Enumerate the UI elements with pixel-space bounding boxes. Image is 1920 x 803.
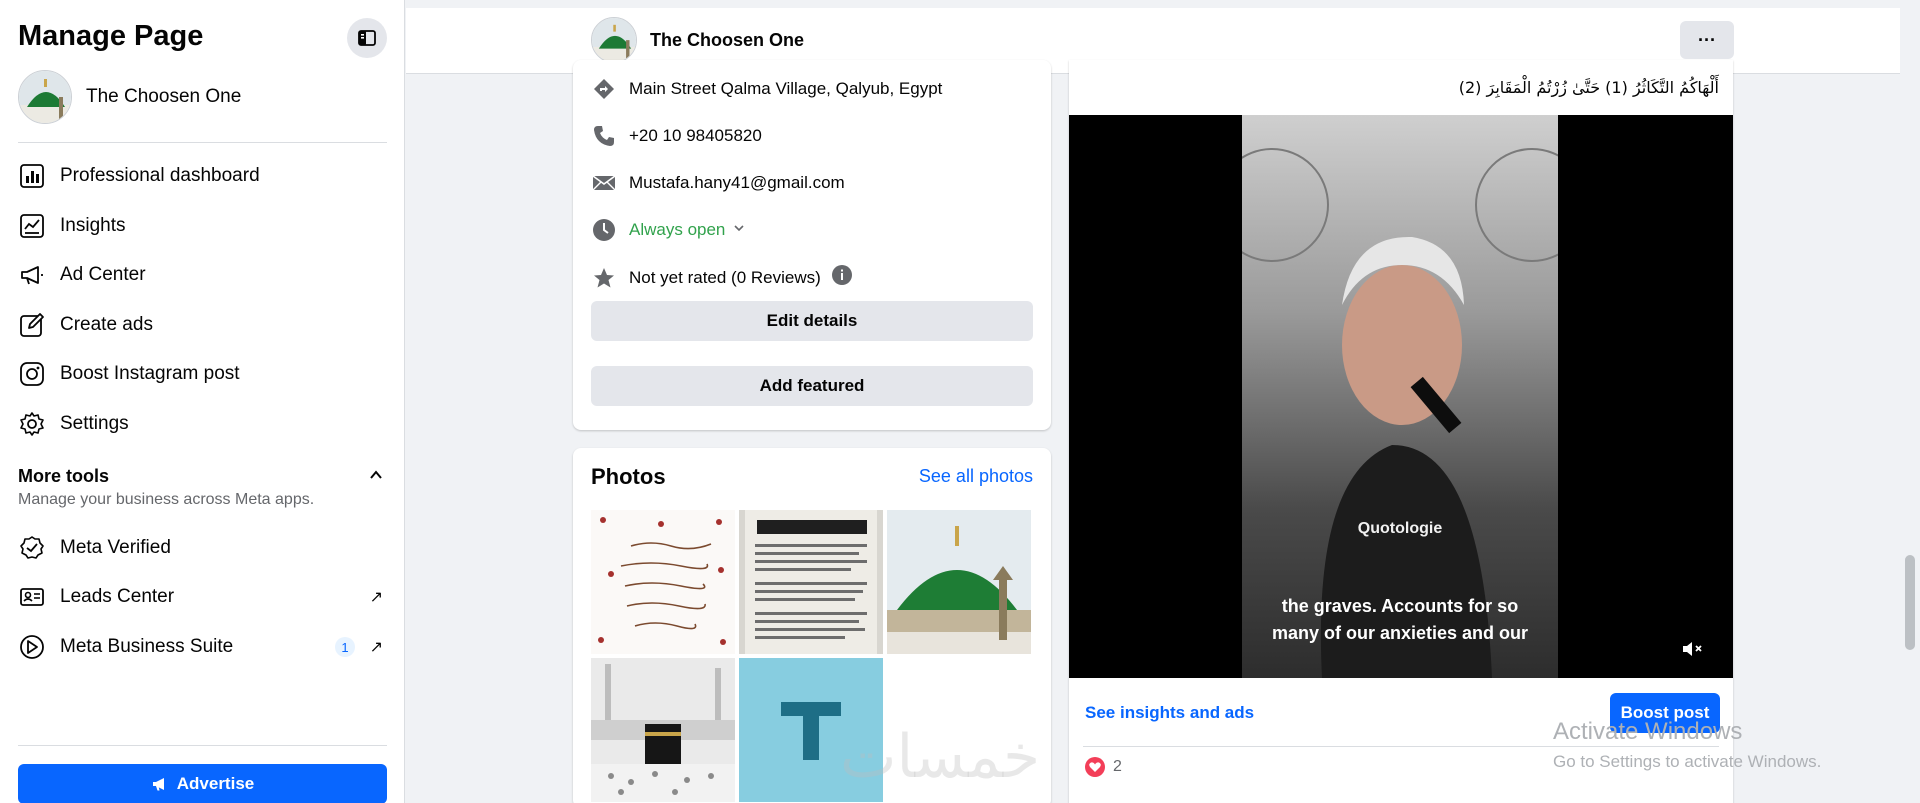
activate-windows-title: Activate Windows — [1553, 718, 1743, 745]
hours-row[interactable]: Always open — [591, 217, 745, 243]
more-tools-section[interactable]: More tools Manage your business across M… — [18, 466, 387, 509]
add-featured-button[interactable]: Add featured — [591, 366, 1033, 406]
phone-icon — [591, 123, 617, 149]
pencil-icon — [18, 311, 46, 339]
photo-thumbnail[interactable] — [739, 510, 883, 654]
post-video[interactable]: Quotologie the graves. Accounts for so m… — [1069, 115, 1733, 678]
sidebar-item-meta-business-suite[interactable]: Meta Business Suite 1 ↗ — [18, 624, 387, 670]
post-text: أَلْهَاكُمُ التَّكَاثُرُ (1) حَتَّىٰ زُر… — [1458, 78, 1719, 97]
email-row: Mustafa.hany41@gmail.com — [591, 170, 845, 196]
page-avatar — [18, 70, 72, 124]
sidebar-divider — [18, 142, 387, 143]
chevron-up-icon[interactable] — [369, 468, 383, 487]
more-options-button[interactable]: ··· — [1680, 21, 1734, 59]
phone-row: +20 10 98405820 — [591, 123, 762, 149]
sidebar-item-create-ads[interactable]: Create ads — [18, 302, 387, 348]
photo-thumbnail[interactable] — [591, 658, 735, 802]
external-link-icon: ↗ — [369, 639, 383, 656]
info-icon[interactable] — [831, 264, 853, 291]
instagram-icon — [18, 360, 46, 388]
sidebar-item-leads-center[interactable]: Leads Center ↗ — [18, 574, 387, 620]
sidebar-item-professional-dashboard[interactable]: Professional dashboard — [18, 153, 387, 199]
external-link-icon: ↗ — [369, 589, 383, 606]
love-reaction-icon — [1085, 757, 1105, 777]
address-row: Main Street Qalma Village, Qalyub, Egypt — [591, 76, 942, 102]
dashboard-icon — [18, 162, 46, 190]
business-suite-icon — [18, 633, 46, 661]
site-logo-watermark: خمسات — [840, 722, 1041, 792]
sidebar-page-name: The Choosen One — [86, 86, 242, 107]
reactions-summary[interactable]: 2 — [1085, 757, 1122, 777]
more-tools-title: More tools — [18, 466, 110, 486]
sidebar-toggle-icon — [358, 30, 376, 46]
sidebar-item-boost-instagram-post[interactable]: Boost Instagram post — [18, 351, 387, 397]
sidebar-item-label: Leads Center — [60, 586, 175, 607]
reaction-count: 2 — [1113, 758, 1122, 775]
gear-icon — [18, 410, 46, 438]
sidebar-item-label: Ad Center — [60, 264, 146, 285]
notification-badge: 1 — [335, 637, 355, 657]
post-card: أَلْهَاكُمُ التَّكَاثُرُ (1) حَتَّىٰ زُر… — [1069, 60, 1733, 803]
sidebar-item-label: Boost Instagram post — [60, 363, 240, 384]
sidebar-page-profile[interactable]: The Choosen One — [18, 70, 241, 124]
see-all-photos-link[interactable]: See all photos — [919, 466, 1033, 487]
activate-windows-notice: Activate Windows Go to Settings to activ… — [1553, 718, 1821, 772]
sidebar-item-label: Professional dashboard — [60, 165, 260, 186]
sidebar-item-label: Create ads — [60, 314, 153, 335]
megaphone-icon — [18, 261, 46, 289]
sidebar-divider — [18, 745, 387, 746]
sidebar-item-settings[interactable]: Settings — [18, 401, 387, 447]
sidebar-item-ad-center[interactable]: Ad Center — [18, 252, 387, 298]
rating-row: Not yet rated (0 Reviews) — [591, 264, 853, 291]
rating-text: Not yet rated (0 Reviews) — [629, 267, 821, 287]
phone-text: +20 10 98405820 — [629, 126, 762, 145]
hours-text: Always open — [629, 220, 726, 239]
mute-icon[interactable] — [1681, 639, 1705, 664]
see-insights-and-ads-link[interactable]: See insights and ads — [1085, 703, 1254, 723]
clock-icon — [591, 217, 617, 243]
sidebar-item-label: Insights — [60, 215, 126, 236]
insights-icon — [18, 212, 46, 240]
header-page-avatar[interactable] — [591, 17, 637, 63]
photo-thumbnail[interactable] — [591, 510, 735, 654]
manage-page-sidebar: Manage Page The Choosen One Professional… — [0, 0, 405, 803]
star-icon — [591, 265, 617, 291]
sidebar-title: Manage Page — [18, 20, 204, 52]
collapse-sidebar-button[interactable] — [347, 18, 387, 58]
intro-card: Main Street Qalma Village, Qalyub, Egypt… — [573, 60, 1051, 430]
sidebar-item-meta-verified[interactable]: Meta Verified — [18, 525, 387, 571]
address-text: Main Street Qalma Village, Qalyub, Egypt — [629, 79, 943, 98]
caption-line-1: the graves. Accounts for so — [1281, 596, 1519, 616]
photo-thumbnail[interactable] — [887, 510, 1031, 654]
advertise-label: Advertise — [176, 774, 255, 793]
more-tools-subtitle: Manage your business across Meta apps. — [18, 491, 315, 508]
contact-card-icon — [18, 583, 46, 611]
header-page-name[interactable]: The Choosen One — [650, 30, 804, 51]
advertise-button[interactable]: Advertise — [18, 764, 387, 803]
email-text: Mustafa.hany41@gmail.com — [629, 173, 845, 192]
video-watermark: Quotologie — [1357, 520, 1443, 537]
sidebar-item-label: Meta Verified — [60, 537, 171, 558]
verified-badge-icon — [18, 534, 46, 562]
page-scrollbar-thumb[interactable] — [1905, 555, 1915, 650]
chevron-down-icon — [733, 221, 745, 239]
activate-windows-subtitle: Go to Settings to activate Windows. — [1553, 752, 1822, 771]
edit-details-button[interactable]: Edit details — [591, 301, 1033, 341]
location-pin-icon — [591, 76, 617, 102]
sidebar-item-insights[interactable]: Insights — [18, 203, 387, 249]
caption-line-2: many of our anxieties and our — [1271, 623, 1529, 643]
megaphone-icon — [152, 778, 164, 791]
more-dots-icon: ··· — [1698, 29, 1716, 50]
sidebar-item-label: Meta Business Suite — [60, 636, 234, 657]
sidebar-item-label: Settings — [60, 413, 129, 434]
envelope-icon — [591, 170, 617, 196]
photos-title: Photos — [591, 464, 666, 489]
